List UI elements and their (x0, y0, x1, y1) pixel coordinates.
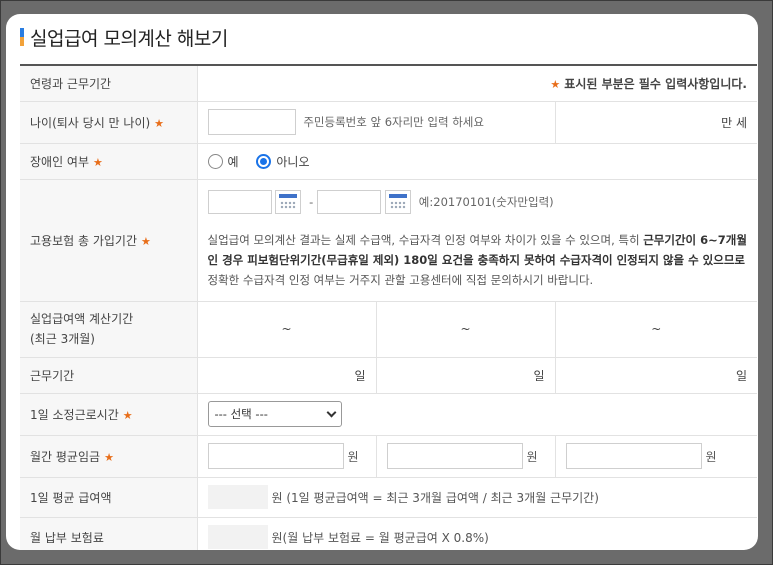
disability-no-label[interactable]: 아니오 (276, 155, 309, 169)
section-label: 연령과 근무기간 (20, 65, 197, 101)
age-input-cell: 주민등록번호 앞 6자리만 입력 하세요 (197, 101, 555, 143)
wage-unit: 원 (348, 450, 359, 464)
monthly-wage-label: 월간 평균임금 ★ (20, 435, 197, 477)
birthdate-hint: 주민등록번호 앞 6자리만 입력 하세요 (303, 115, 484, 129)
daily-hours-cell: --- 선택 --- (197, 393, 757, 435)
daily-benefit-row: 1일 평균 급여액 원 (1일 평균급여액 = 최근 3개월 급여액 / 최근 … (20, 477, 757, 517)
calculator-card: 실업급여 모의계산 해보기 연령과 근무기간 ★ 표시된 부분은 필수 입력사항입… (6, 14, 758, 550)
wage-cell-month-3: 원 (555, 435, 757, 477)
calc-period-label: 실업급여액 계산기간 (최근 3개월) (20, 301, 197, 357)
date-separator: - (309, 195, 313, 209)
monthly-premium-label: 월 납부 보험료 (20, 517, 197, 550)
work-days-month-3: 일 (555, 357, 757, 393)
disclaimer-text-1: 실업급여 모의계산 결과는 실제 수급액, 수급자격 인정 여부와 차이가 있을… (208, 233, 644, 247)
age-label: 나이(퇴사 당시 만 나이) ★ (20, 101, 197, 143)
daily-hours-label-text: 1일 소정근로시간 (30, 408, 119, 422)
daily-benefit-label: 1일 평균 급여액 (20, 477, 197, 517)
wage-unit: 원 (527, 450, 538, 464)
daily-hours-selected: --- 선택 --- (215, 406, 268, 422)
work-period-label: 근무기간 (20, 357, 197, 393)
required-star: ★ (123, 409, 133, 422)
disability-yes-radio[interactable] (208, 154, 223, 169)
required-star: ★ (154, 117, 164, 130)
age-row: 나이(퇴사 당시 만 나이) ★ 주민등록번호 앞 6자리만 입력 하세요 만 세 (20, 101, 757, 143)
required-star: ★ (550, 78, 560, 91)
form-header-row: 연령과 근무기간 ★ 표시된 부분은 필수 입력사항입니다. (20, 65, 757, 101)
daily-benefit-value (208, 485, 268, 509)
date-format-hint: 예:20170101(숫자만입력) (419, 195, 554, 209)
wage-input-month-1[interactable] (208, 443, 344, 469)
monthly-wage-label-text: 월간 평균임금 (30, 450, 100, 464)
disability-label-text: 장애인 여부 (30, 155, 89, 169)
insurance-period-row: 고용보험 총 가입기간 ★ - 예:20170101(숫자만입력) 실업급여 모의… (20, 179, 757, 301)
calculator-form: 연령과 근무기간 ★ 표시된 부분은 필수 입력사항입니다. 나이(퇴사 당시 만… (20, 64, 757, 550)
start-calendar-icon[interactable] (275, 190, 301, 214)
disclaimer-text-2: 정확한 수급자격 인정 여부는 거주지 관할 고용센터에 직접 문의하시기 바랍… (208, 273, 594, 287)
required-star: ★ (141, 235, 151, 248)
calculation-disclaimer: 실업급여 모의계산 결과는 실제 수급액, 수급자격 인정 여부와 차이가 있을… (208, 230, 748, 290)
disability-options: 예 아니오 (197, 143, 757, 179)
wage-cell-month-1: 원 (197, 435, 376, 477)
daily-hours-select[interactable]: --- 선택 --- (208, 401, 342, 427)
daily-hours-label: 1일 소정근로시간 ★ (20, 393, 197, 435)
wage-unit: 원 (706, 450, 717, 464)
disability-no-radio[interactable] (256, 154, 271, 169)
work-period-row: 근무기간 일 일 일 (20, 357, 757, 393)
disability-label: 장애인 여부 ★ (20, 143, 197, 179)
calc-period-row: 실업급여액 계산기간 (최근 3개월) ~ ~ ~ (20, 301, 757, 357)
date-range-inputs: - 예:20170101(숫자만입력) (208, 190, 748, 214)
wage-cell-month-2: 원 (376, 435, 555, 477)
monthly-premium-cell: 원(월 납부 보험료 = 월 평균급여 X 0.8%) (197, 517, 757, 550)
wage-input-month-2[interactable] (387, 443, 523, 469)
required-star: ★ (93, 156, 103, 169)
monthly-premium-formula: 원(월 납부 보험료 = 월 평균급여 X 0.8%) (272, 531, 489, 545)
monthly-wage-row: 월간 평균임금 ★ 원 원 원 (20, 435, 757, 477)
page-title: 실업급여 모의계산 해보기 (30, 24, 228, 51)
disability-yes-label[interactable]: 예 (228, 155, 239, 169)
title-accent-bar (20, 28, 24, 46)
required-notice-text: 표시된 부분은 필수 입력사항입니다. (564, 77, 747, 91)
monthly-premium-row: 월 납부 보험료 원(월 납부 보험료 = 월 평균급여 X 0.8%) (20, 517, 757, 550)
work-days-month-1: 일 (197, 357, 376, 393)
age-unit: 만 세 (555, 101, 757, 143)
insurance-period-label: 고용보험 총 가입기간 ★ (20, 179, 197, 301)
daily-hours-row: 1일 소정근로시간 ★ --- 선택 --- (20, 393, 757, 435)
end-calendar-icon[interactable] (385, 190, 411, 214)
calc-period-month-3: ~ (555, 301, 757, 357)
insurance-period-label-text: 고용보험 총 가입기간 (30, 234, 137, 248)
work-days-month-2: 일 (376, 357, 555, 393)
age-label-text: 나이(퇴사 당시 만 나이) (30, 116, 150, 130)
insurance-period-cell: - 예:20170101(숫자만입력) 실업급여 모의계산 결과는 실제 수급액… (197, 179, 757, 301)
calc-period-month-2: ~ (376, 301, 555, 357)
end-date-input[interactable] (317, 190, 381, 214)
disability-row: 장애인 여부 ★ 예 아니오 (20, 143, 757, 179)
calc-period-month-1: ~ (197, 301, 376, 357)
daily-benefit-cell: 원 (1일 평균급여액 = 최근 3개월 급여액 / 최근 3개월 근무기간) (197, 477, 757, 517)
monthly-premium-value (208, 525, 268, 549)
daily-benefit-formula: 원 (1일 평균급여액 = 최근 3개월 급여액 / 최근 3개월 근무기간) (272, 491, 599, 505)
required-notice: ★ 표시된 부분은 필수 입력사항입니다. (197, 65, 757, 101)
chevron-down-icon (326, 407, 336, 417)
start-date-input[interactable] (208, 190, 272, 214)
title-bar: 실업급여 모의계산 해보기 (20, 22, 228, 52)
required-star: ★ (104, 451, 114, 464)
wage-input-month-3[interactable] (566, 443, 702, 469)
calc-period-label-line1: 실업급여액 계산기간 (30, 309, 187, 329)
calc-period-label-line2: (최근 3개월) (30, 329, 187, 349)
birthdate-input[interactable] (208, 109, 296, 135)
